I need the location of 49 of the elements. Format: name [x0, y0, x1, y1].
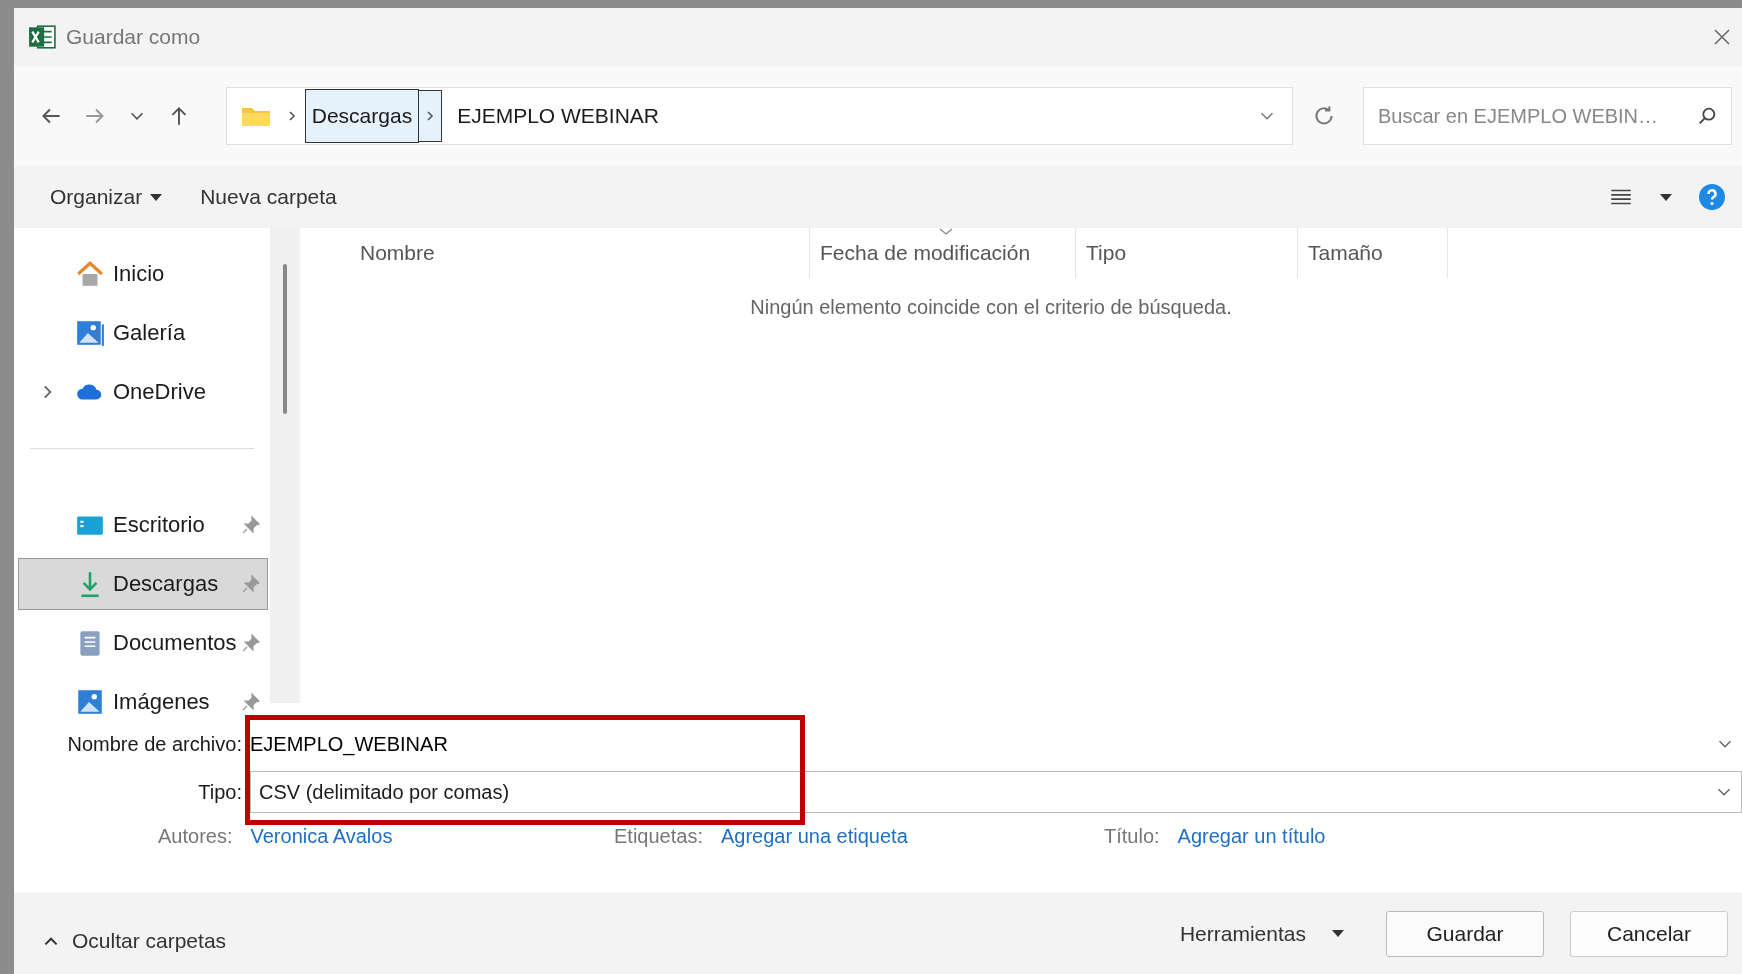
- metadata-label: Autores:: [158, 825, 233, 848]
- nav-item[interactable]: Escritorio: [18, 499, 268, 551]
- metadata-link[interactable]: Agregar una etiqueta: [720, 825, 908, 848]
- nav-item[interactable]: Galería: [18, 307, 268, 359]
- metadata-label: Etiquetas:: [614, 825, 703, 848]
- nav-item[interactable]: OneDrive: [18, 366, 268, 418]
- tools-menu-button[interactable]: Herramientas: [1173, 920, 1350, 947]
- spreadsheet-app-icon: [28, 24, 56, 50]
- pin-icon[interactable]: [241, 692, 261, 712]
- search-field[interactable]: Buscar en EJEMPLO WEBIN…: [1363, 87, 1732, 145]
- breadcrumb[interactable]: Descargas: [304, 89, 420, 143]
- empty-message: Ningún elemento coincide con el criterio de búsqueda.: [749, 296, 1233, 319]
- chevron-right-icon[interactable]: [419, 90, 443, 142]
- nav-item[interactable]: Inicio: [18, 248, 268, 300]
- metadata-label: Título:: [1104, 825, 1160, 848]
- field-label: Tipo:: [197, 780, 243, 804]
- pin-icon[interactable]: [241, 515, 261, 535]
- hide-folders-button[interactable]: Ocultar carpetas: [36, 927, 233, 954]
- chevron-right-icon[interactable]: [41, 384, 53, 400]
- pin-icon[interactable]: [241, 574, 261, 594]
- breadcrumb[interactable]: EJEMPLO WEBINAR: [450, 89, 666, 143]
- nav-item[interactable]: Documentos: [18, 617, 268, 669]
- field-label: Nombre de archivo:: [66, 732, 243, 756]
- scrollbar-thumb[interactable]: [283, 264, 287, 414]
- column-header[interactable]: Nombre: [300, 228, 810, 278]
- caret-icon: [150, 193, 163, 201]
- chevron-right-icon: [286, 109, 297, 123]
- new-folder-button[interactable]: Nueva carpeta: [194, 179, 343, 215]
- window-title: Guardar como: [66, 25, 202, 49]
- caret-icon[interactable]: [1660, 193, 1672, 201]
- organize-menu-button[interactable]: Organizar: [44, 179, 169, 215]
- column-header[interactable]: Tipo: [1076, 228, 1298, 278]
- pin-icon[interactable]: [241, 633, 261, 653]
- search-icon: [1696, 105, 1718, 127]
- cancel-button[interactable]: Cancelar: [1570, 910, 1728, 957]
- help-icon[interactable]: [1698, 183, 1726, 211]
- address-bar[interactable]: Descargas EJEMPLO WEBINAR: [225, 87, 1294, 145]
- caret-icon: [1332, 930, 1344, 937]
- picture-icon: [75, 687, 105, 717]
- house-icon: [75, 259, 105, 289]
- nav-item[interactable]: Descargas: [18, 558, 268, 610]
- save-button[interactable]: Guardar: [1386, 910, 1544, 957]
- close-icon[interactable]: [1712, 27, 1732, 47]
- column-header[interactable]: Tamaño: [1298, 228, 1448, 278]
- metadata-link[interactable]: Veronica Avalos: [250, 825, 393, 848]
- column-header[interactable]: Fecha de modificación: [810, 228, 1076, 278]
- file-type-dropdown[interactable]: CSV (delimitado por comas): [250, 771, 1742, 813]
- metadata-link[interactable]: Agregar un título: [1177, 825, 1326, 848]
- picture-icon: [75, 318, 105, 348]
